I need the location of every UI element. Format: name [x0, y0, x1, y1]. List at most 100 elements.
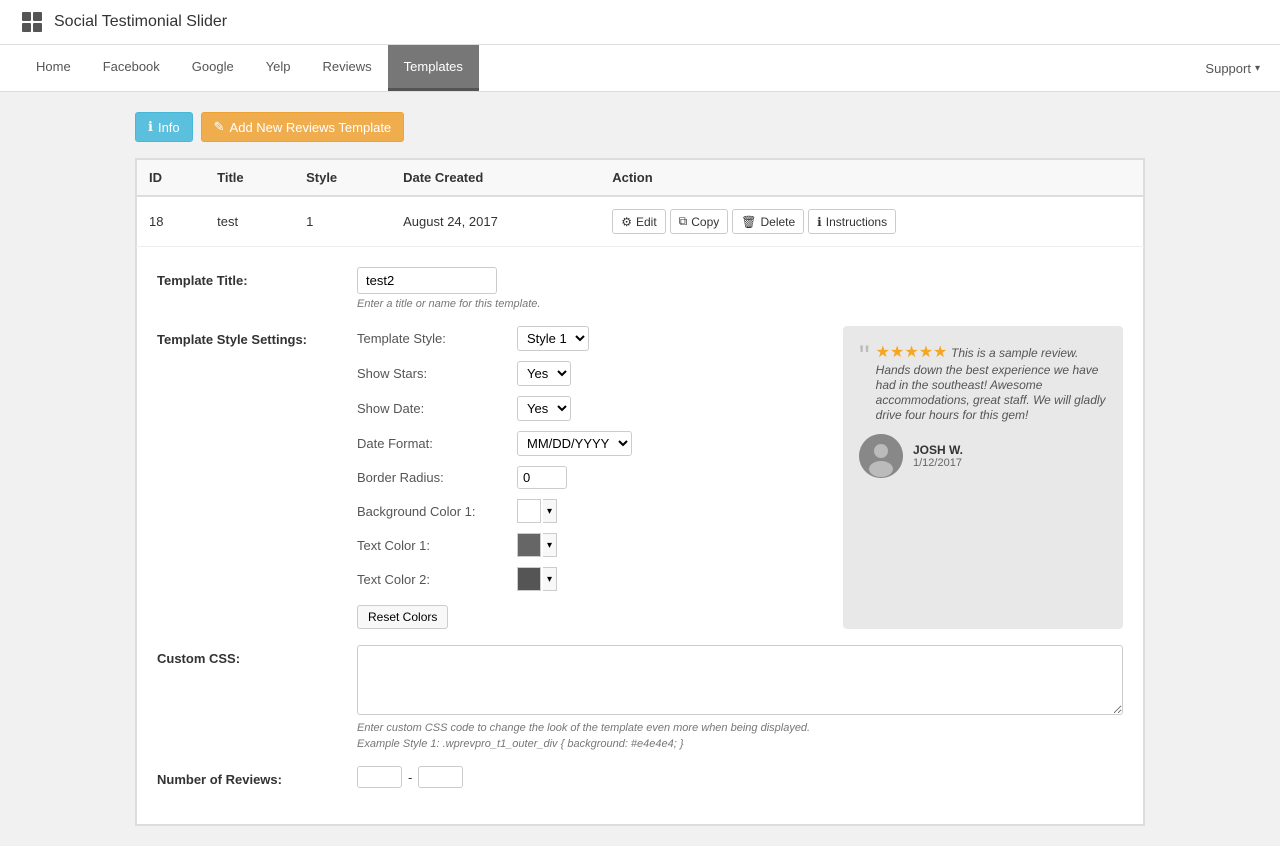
author-avatar [859, 434, 903, 478]
template-title-row: Template Title: Enter a title or name fo… [157, 267, 1123, 310]
nav-right: Support [1205, 45, 1260, 91]
nav-reviews[interactable]: Reviews [307, 45, 388, 91]
content-container: ID Title Style Date Created Action 18 te… [135, 158, 1145, 826]
show-stars-select[interactable]: Yes No [517, 361, 571, 386]
css-example: Example Style 1: .wprevpro_t1_outer_div … [357, 738, 1123, 750]
nav-google[interactable]: Google [176, 45, 250, 91]
show-date-field: Show Date: Yes No [357, 396, 823, 421]
delete-button[interactable]: 🗑 Delete [732, 209, 804, 234]
num-reviews-control: - [357, 766, 1123, 788]
num-reviews-input-2[interactable] [418, 766, 463, 788]
support-button[interactable]: Support [1205, 61, 1260, 76]
row-actions: ⚙ Edit ⧉ Copy 🗑 Delete [600, 196, 1143, 247]
style-settings-fields: Template Style: Style 1 Style 2 Style 3 … [357, 326, 823, 629]
templates-table: ID Title Style Date Created Action 18 te… [136, 159, 1144, 247]
text-color1-swatch[interactable] [517, 533, 541, 557]
info-circle-icon: ℹ [817, 215, 822, 229]
preview-author: JOSH W. 1/12/2017 [859, 434, 1107, 478]
num-reviews-separator: - [408, 770, 412, 785]
show-stars-label: Show Stars: [357, 366, 517, 381]
custom-css-label: Custom CSS: [157, 645, 357, 750]
text-color2-label: Text Color 2: [357, 572, 517, 587]
style-settings-label: Template Style Settings: [157, 326, 357, 629]
info-icon: ℹ [148, 119, 153, 135]
author-name: JOSH W. [913, 443, 963, 457]
nav-bar: Home Facebook Google Yelp Reviews Templa… [0, 45, 1280, 92]
app-icon [20, 10, 44, 34]
main-content: ℹ Info ✎ Add New Reviews Template ID Tit… [115, 92, 1165, 846]
template-style-label: Template Style: [357, 331, 517, 346]
border-radius-input[interactable] [517, 466, 567, 489]
num-reviews-label: Number of Reviews: [157, 766, 357, 788]
info-button[interactable]: ℹ Info [135, 112, 193, 142]
style-settings-inner: Template Style: Style 1 Style 2 Style 3 … [357, 326, 1123, 629]
preview-card: " ★★★★★ This is a sample review. Hands d… [843, 326, 1123, 629]
template-style-select[interactable]: Style 1 Style 2 Style 3 [517, 326, 589, 351]
nav-left: Home Facebook Google Yelp Reviews Templa… [20, 45, 479, 91]
css-hint: Enter custom CSS code to change the look… [357, 722, 1123, 734]
custom-css-control: Enter custom CSS code to change the look… [357, 645, 1123, 750]
show-date-select[interactable]: Yes No [517, 396, 571, 421]
add-template-button[interactable]: ✎ Add New Reviews Template [201, 112, 405, 142]
nav-facebook[interactable]: Facebook [87, 45, 176, 91]
nav-home[interactable]: Home [20, 45, 87, 91]
reset-colors-button[interactable]: Reset Colors [357, 605, 448, 629]
top-bar: Social Testimonial Slider [0, 0, 1280, 45]
app-title: Social Testimonial Slider [54, 13, 227, 31]
form-section: Template Title: Enter a title or name fo… [136, 247, 1144, 825]
row-style: 1 [294, 196, 391, 247]
style-settings-row: Template Style Settings: Template Style:… [157, 326, 1123, 629]
action-buttons: ⚙ Edit ⧉ Copy 🗑 Delete [612, 209, 1131, 234]
custom-css-textarea[interactable] [357, 645, 1123, 715]
template-title-control: Enter a title or name for this template. [357, 267, 1123, 310]
action-row: ℹ Info ✎ Add New Reviews Template [135, 112, 1145, 142]
row-title: test [205, 196, 294, 247]
nav-yelp[interactable]: Yelp [250, 45, 307, 91]
template-style-field: Template Style: Style 1 Style 2 Style 3 [357, 326, 823, 351]
num-reviews-inputs: - [357, 766, 1123, 788]
bg-color-dropdown[interactable]: ▾ [543, 499, 557, 523]
style-settings-control: Template Style: Style 1 Style 2 Style 3 … [357, 326, 1123, 629]
template-title-label: Template Title: [157, 267, 357, 310]
num-reviews-input-1[interactable] [357, 766, 402, 788]
text-color2-swatch[interactable] [517, 567, 541, 591]
quote-icon: " [859, 342, 870, 372]
preview-header: " ★★★★★ This is a sample review. Hands d… [859, 342, 1107, 422]
text-color1-picker: ▾ [517, 533, 557, 557]
text-color1-label: Text Color 1: [357, 538, 517, 553]
bg-color-picker: ▾ [517, 499, 557, 523]
bg-color-field: Background Color 1: ▾ [357, 499, 823, 523]
template-title-input[interactable] [357, 267, 497, 294]
nav-templates[interactable]: Templates [388, 45, 479, 91]
copy-button[interactable]: ⧉ Copy [670, 209, 729, 234]
pencil-icon: ✎ [214, 119, 225, 135]
text-color1-field: Text Color 1: ▾ [357, 533, 823, 557]
num-reviews-row: Number of Reviews: - [157, 766, 1123, 788]
show-date-label: Show Date: [357, 401, 517, 416]
text-color1-dropdown[interactable]: ▾ [543, 533, 557, 557]
gear-icon: ⚙ [621, 215, 632, 229]
bg-color-swatch[interactable] [517, 499, 541, 523]
col-id: ID [137, 160, 206, 197]
custom-css-row: Custom CSS: Enter custom CSS code to cha… [157, 645, 1123, 750]
date-format-label: Date Format: [357, 436, 517, 451]
col-action: Action [600, 160, 1143, 197]
show-stars-field: Show Stars: Yes No [357, 361, 823, 386]
text-color2-dropdown[interactable]: ▾ [543, 567, 557, 591]
author-info: JOSH W. 1/12/2017 [913, 443, 963, 469]
preview-content: ★★★★★ This is a sample review. Hands dow… [876, 342, 1107, 422]
row-id: 18 [137, 196, 206, 247]
edit-button[interactable]: ⚙ Edit [612, 209, 665, 234]
date-format-select[interactable]: MM/DD/YYYY DD/MM/YYYY YYYY/MM/DD [517, 431, 632, 456]
author-date: 1/12/2017 [913, 457, 963, 469]
col-style: Style [294, 160, 391, 197]
preview-stars: ★★★★★ [876, 344, 948, 361]
border-radius-label: Border Radius: [357, 470, 517, 485]
date-format-field: Date Format: MM/DD/YYYY DD/MM/YYYY YYYY/… [357, 431, 823, 456]
border-radius-field: Border Radius: [357, 466, 823, 489]
instructions-button[interactable]: ℹ Instructions [808, 209, 896, 234]
reset-colors-wrap: Reset Colors [357, 601, 823, 629]
col-title: Title [205, 160, 294, 197]
bg-color-label: Background Color 1: [357, 504, 517, 519]
row-date: August 24, 2017 [391, 196, 600, 247]
